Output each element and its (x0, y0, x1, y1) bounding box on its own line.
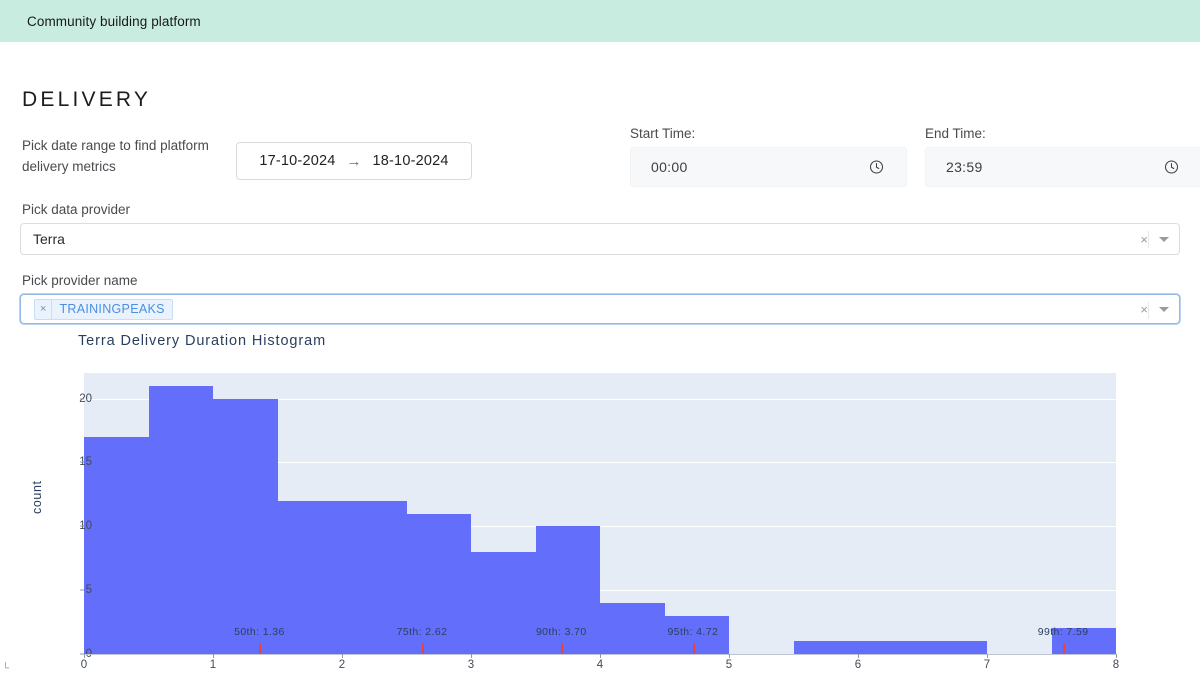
data-provider-label: Pick data provider (22, 202, 131, 217)
x-axis-tick-mark (471, 654, 472, 658)
y-axis-tick-mark (80, 461, 84, 463)
x-axis-tick-mark (729, 654, 730, 658)
chevron-down-icon[interactable] (1159, 236, 1169, 242)
histogram-bar[interactable] (858, 641, 923, 654)
percentile-label: 50th: 1.36 (234, 626, 285, 638)
arrow-right-icon: → (346, 152, 362, 170)
start-time-input[interactable]: 00:00 (630, 147, 907, 187)
percentile-marker (421, 643, 424, 654)
end-time-value: 23:59 (946, 159, 983, 175)
app-topbar: Community building platform (0, 0, 1200, 42)
controls-row: Pick date range to find platform deliver… (20, 126, 1200, 188)
percentile-marker (259, 643, 262, 654)
x-axis-tick-label: 7 (983, 659, 991, 671)
percentile-label: 75th: 2.62 (396, 626, 448, 638)
y-axis-label: count (30, 480, 44, 514)
date-range-end[interactable]: 18-10-2024 (373, 153, 449, 169)
histogram-bar[interactable] (277, 500, 342, 654)
percentile-label: 99th: 7.59 (1037, 626, 1089, 638)
x-axis-tick-label: 6 (854, 659, 862, 671)
chart-title: Terra Delivery Duration Histogram (78, 333, 327, 349)
page-title: DELIVERY (22, 88, 152, 111)
start-time-label: Start Time: (630, 126, 696, 141)
data-provider-value: Terra (33, 231, 65, 247)
tag-label: TRAININGPEAKS (59, 302, 165, 316)
y-axis-tick-mark (80, 589, 84, 591)
app-title: Community building platform (27, 13, 201, 29)
x-axis-tick-label: 3 (467, 659, 475, 671)
histogram-bars (84, 373, 1116, 654)
start-time-group: Start Time: 00:00 (630, 126, 907, 187)
clock-icon[interactable] (869, 160, 884, 175)
x-axis-tick-label: 5 (725, 659, 733, 671)
clock-icon[interactable] (1164, 160, 1179, 175)
x-axis-tick-label: 8 (1112, 659, 1120, 671)
percentile-marker (692, 643, 695, 654)
y-axis-tick-mark (80, 398, 84, 400)
provider-name-select-icons: × (1140, 295, 1169, 323)
date-range-picker[interactable]: 17-10-2024 → 18-10-2024 (236, 142, 472, 180)
start-time-value: 00:00 (651, 159, 688, 175)
histogram-bar[interactable] (84, 436, 149, 654)
end-time-input[interactable]: 23:59 (925, 147, 1200, 187)
x-axis-tick-mark (1116, 654, 1117, 658)
end-time-label: End Time: (925, 126, 986, 141)
chevron-down-icon[interactable] (1159, 306, 1169, 312)
percentile-marker (1063, 643, 1066, 654)
tag-remove-icon[interactable]: × (35, 299, 53, 319)
clear-icon[interactable]: × (1140, 303, 1148, 316)
histogram-bar[interactable] (600, 602, 665, 654)
page-content: DELIVERY Pick date range to find platfor… (0, 88, 1200, 324)
provider-name-label: Pick provider name (22, 273, 138, 288)
clear-icon[interactable]: × (1140, 233, 1148, 246)
data-provider-select-icons: × (1140, 224, 1169, 254)
provider-name-select[interactable]: × TRAININGPEAKS × (20, 294, 1180, 324)
data-provider-select[interactable]: Terra × (20, 223, 1180, 255)
x-axis-tick-mark (858, 654, 859, 658)
delivery-duration-histogram: Terra Delivery Duration Histogram count … (0, 322, 1200, 675)
x-axis-tick-mark (342, 654, 343, 658)
histogram-bar[interactable] (148, 385, 213, 654)
provider-name-tag: × TRAININGPEAKS (34, 298, 173, 320)
histogram-bar[interactable] (922, 641, 987, 654)
end-time-group: End Time: 23:59 (925, 126, 1200, 187)
x-axis-tick-mark (987, 654, 988, 658)
y-axis-tick-mark (80, 525, 84, 527)
x-axis-tick-mark (600, 654, 601, 658)
x-axis-tick-mark (213, 654, 214, 658)
x-axis-tick-label: 1 (209, 659, 217, 671)
x-axis-tick-label: 2 (338, 659, 346, 671)
percentile-label: 95th: 4.72 (667, 626, 719, 638)
corner-artifact: └ (2, 663, 10, 674)
x-axis-tick-mark (84, 654, 85, 658)
date-range-label: Pick date range to find platform deliver… (22, 138, 209, 174)
percentile-label: 90th: 3.70 (535, 626, 587, 638)
histogram-bar[interactable] (793, 641, 858, 654)
percentile-marker (561, 643, 564, 654)
date-range-start[interactable]: 17-10-2024 (259, 153, 335, 169)
x-axis-tick-label: 4 (596, 659, 604, 671)
histogram-bar[interactable] (213, 398, 278, 654)
histogram-bar[interactable] (471, 551, 536, 654)
x-axis-tick-label: 0 (80, 659, 88, 671)
